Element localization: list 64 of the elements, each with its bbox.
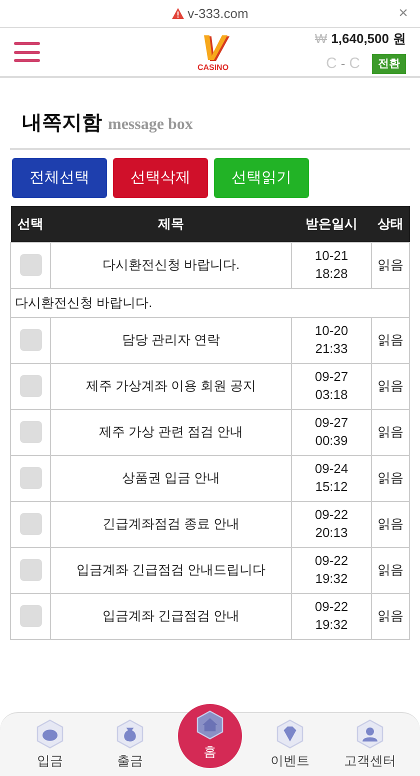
- message-title[interactable]: 상품권 입금 안내: [122, 470, 220, 486]
- received-date: 09-22: [314, 506, 350, 524]
- action-button[interactable]: 전체선택: [12, 158, 107, 198]
- nav-tab[interactable]: 이벤트: [258, 718, 322, 770]
- message-body: 다시환전신청 바랍니다.: [15, 294, 152, 310]
- column-header: 제목: [50, 206, 292, 242]
- row-checkbox[interactable]: [20, 375, 42, 397]
- row-checkbox[interactable]: [20, 254, 42, 276]
- currency-unit: 원: [393, 30, 406, 48]
- row-checkbox[interactable]: [20, 513, 42, 535]
- status-text: 읽음: [378, 470, 404, 486]
- column-header: 선택: [10, 206, 50, 242]
- page-title: 내쪽지함: [22, 111, 102, 136]
- nav-tab[interactable]: 홈: [178, 704, 242, 768]
- message-title[interactable]: 긴급계좌점검 종료 안내: [102, 516, 240, 532]
- person-icon: [355, 718, 385, 749]
- row-checkbox[interactable]: [20, 421, 42, 443]
- row-checkbox[interactable]: [20, 467, 42, 489]
- dash-text: -: [340, 55, 346, 73]
- url-text: v-333.com: [188, 4, 248, 23]
- received-date: 09-27: [314, 414, 350, 432]
- action-button[interactable]: 선택삭제: [113, 158, 208, 198]
- home-icon: [195, 710, 225, 740]
- received-time: 19:32: [314, 570, 349, 588]
- nav-tab[interactable]: 고객센터: [338, 718, 402, 770]
- row-checkbox[interactable]: [20, 329, 42, 351]
- received-date: 09-24: [314, 460, 350, 478]
- status-text: 읽음: [378, 562, 404, 578]
- page-subtitle: message box: [108, 115, 193, 135]
- received-time: 15:12: [314, 478, 349, 496]
- status-text: 읽음: [378, 378, 404, 394]
- received-date: 10-20: [314, 322, 350, 340]
- received-date: 09-22: [314, 552, 350, 570]
- diamond-icon: [275, 718, 305, 749]
- message-title[interactable]: 입금계좌 긴급점검 안내: [102, 608, 240, 624]
- status-text: 읽음: [378, 424, 404, 440]
- money-bag-icon: [115, 718, 145, 749]
- row-checkbox[interactable]: [20, 559, 42, 581]
- close-button[interactable]: ×: [398, 6, 408, 22]
- message-title[interactable]: 다시환전신청 바랍니다.: [102, 257, 240, 272]
- received-date: 10-21: [314, 247, 350, 265]
- switch-button[interactable]: 전환: [372, 54, 406, 74]
- nav-tab[interactable]: 입금: [18, 718, 82, 770]
- warning-icon: [172, 8, 184, 19]
- status-text: 읽음: [378, 516, 404, 532]
- received-time: 19:32: [314, 616, 349, 634]
- status-text: 읽음: [378, 257, 404, 272]
- received-time: 20:13: [314, 524, 349, 542]
- nav-tab[interactable]: 출금: [98, 718, 162, 770]
- row-checkbox[interactable]: [20, 605, 42, 627]
- menu-button[interactable]: [14, 41, 40, 63]
- received-time: 21:33: [314, 340, 349, 358]
- column-header: 상태: [372, 206, 410, 242]
- status-text: 읽음: [378, 608, 404, 624]
- column-header: 받은일시: [292, 206, 372, 242]
- status-text: 읽음: [378, 332, 404, 348]
- received-date: 09-22: [314, 598, 350, 616]
- balance-amount: 1,640,500: [331, 30, 389, 48]
- received-time: 18:28: [314, 265, 349, 283]
- message-title[interactable]: 담당 관리자 연락: [122, 332, 220, 348]
- received-date: 09-27: [314, 368, 350, 386]
- received-time: 03:18: [314, 386, 349, 404]
- received-time: 00:39: [314, 432, 349, 450]
- currency-symbol: ₩: [314, 30, 328, 48]
